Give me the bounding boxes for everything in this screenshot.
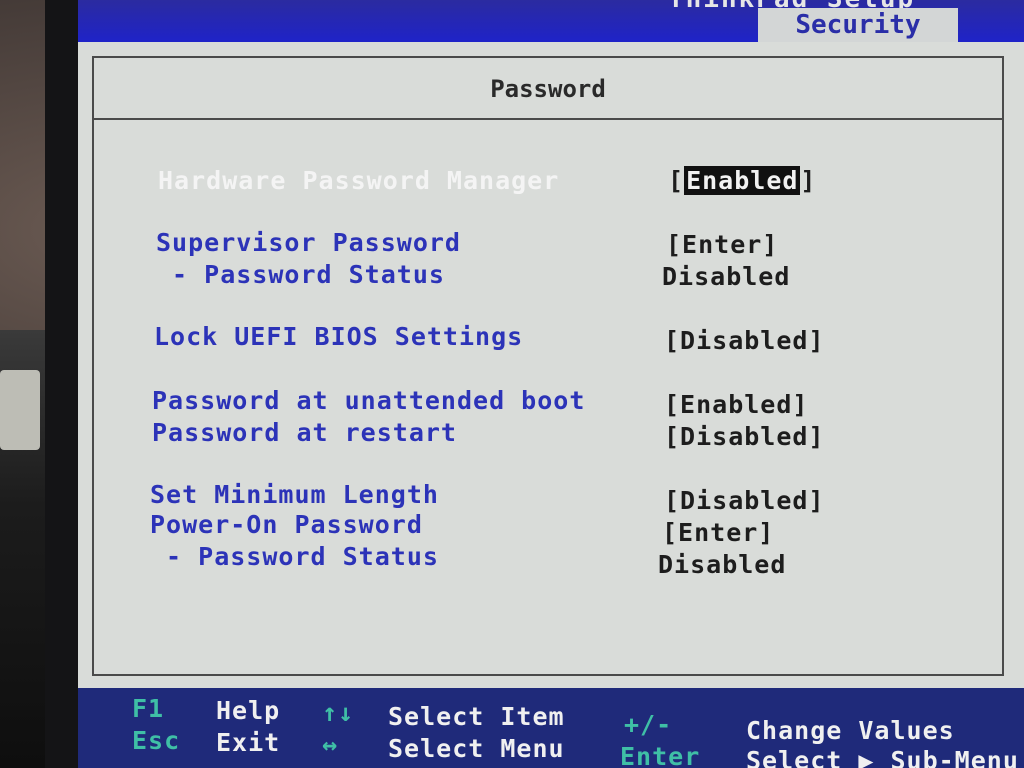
item-hardware-password-manager[interactable]: Hardware Password Manager bbox=[158, 166, 559, 195]
value-supervisor-password[interactable]: [Enter] bbox=[666, 230, 778, 259]
value-hardware-password-manager[interactable]: [Enabled] bbox=[668, 166, 816, 195]
f1-key: F1 bbox=[132, 694, 165, 723]
leftright-desc: Select Menu bbox=[388, 734, 565, 763]
item-set-minimum-length[interactable]: Set Minimum Length bbox=[150, 480, 439, 509]
plusminus-key: +/- bbox=[624, 710, 673, 739]
item-power-on-password-status: - Password Status bbox=[150, 542, 439, 571]
item-power-on-password[interactable]: Power-On Password bbox=[150, 510, 423, 539]
item-password-unattended-boot[interactable]: Password at unattended boot bbox=[152, 386, 585, 415]
plusminus-desc: Change Values bbox=[746, 716, 955, 745]
cable-plug bbox=[0, 370, 40, 450]
value-supervisor-password-status: Disabled bbox=[662, 262, 791, 291]
leftright-arrow-icon: ↔ bbox=[322, 730, 339, 759]
esc-key: Esc bbox=[132, 726, 181, 755]
enter-key: Enter bbox=[620, 742, 701, 768]
item-supervisor-password[interactable]: Supervisor Password bbox=[156, 228, 461, 257]
esc-desc: Exit bbox=[216, 728, 281, 757]
updown-desc: Select Item bbox=[388, 702, 565, 731]
bios-screen: ThinkPad Setup Security Password Hardwar… bbox=[78, 0, 1024, 768]
tab-security[interactable]: Security bbox=[758, 8, 958, 42]
value-set-minimum-length[interactable]: [Disabled] bbox=[664, 486, 825, 515]
f1-desc: Help bbox=[216, 696, 281, 725]
value-hl: Enabled bbox=[684, 166, 801, 195]
value-power-on-password-status: Disabled bbox=[658, 550, 787, 579]
item-lock-uefi-bios-settings[interactable]: Lock UEFI BIOS Settings bbox=[154, 322, 523, 351]
bios-title-bar: ThinkPad Setup Security bbox=[78, 0, 1024, 42]
value-lock-uefi-bios-settings[interactable]: [Disabled] bbox=[664, 326, 825, 355]
value-power-on-password[interactable]: [Enter] bbox=[662, 518, 774, 547]
value-password-unattended-boot[interactable]: [Enabled] bbox=[664, 390, 808, 419]
bios-footer: F1 Help Esc Exit ↑↓ Select Item ↔ Select… bbox=[78, 688, 1024, 768]
panel-title: Password bbox=[94, 58, 1002, 120]
value-password-at-restart[interactable]: [Disabled] bbox=[664, 422, 825, 451]
item-password-at-restart[interactable]: Password at restart bbox=[152, 418, 457, 447]
password-panel: Password bbox=[92, 56, 1004, 676]
enter-desc: Select ▶ Sub-Menu bbox=[746, 746, 1019, 768]
updown-arrow-icon: ↑↓ bbox=[322, 698, 355, 727]
item-supervisor-password-status: - Password Status bbox=[156, 260, 445, 289]
